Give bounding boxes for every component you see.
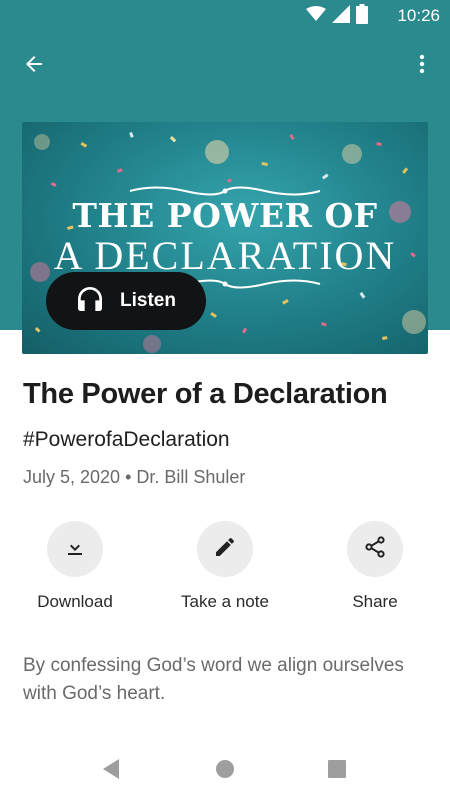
share-button[interactable] bbox=[347, 521, 403, 577]
signal-icon bbox=[332, 4, 350, 28]
share-label: Share bbox=[352, 592, 398, 611]
status-bar: 10:26 bbox=[0, 0, 450, 32]
nav-home-button[interactable] bbox=[210, 756, 240, 786]
take-note-action[interactable]: Take a note bbox=[150, 521, 300, 612]
listen-button[interactable]: Listen bbox=[46, 272, 206, 330]
artwork-title-line1: THE POWER OF bbox=[72, 196, 378, 235]
sermon-hashtag: #PowerofaDeclaration bbox=[23, 428, 230, 451]
battery-icon bbox=[356, 3, 368, 29]
sermon-description: By confessing God’s word we align oursel… bbox=[23, 655, 404, 704]
download-action[interactable]: Download bbox=[0, 521, 150, 612]
take-note-label: Take a note bbox=[181, 592, 269, 611]
share-action[interactable]: Share bbox=[300, 521, 450, 612]
headphones-icon bbox=[74, 283, 106, 320]
download-label: Download bbox=[37, 592, 113, 611]
nav-back-button[interactable] bbox=[96, 756, 126, 786]
listen-label: Listen bbox=[120, 290, 176, 311]
back-button[interactable] bbox=[14, 46, 54, 86]
sermon-title: The Power of a Declaration bbox=[23, 378, 388, 410]
sermon-date-speaker: July 5, 2020 • Dr. Bill Shuler bbox=[23, 467, 246, 487]
more-options-button[interactable] bbox=[402, 46, 442, 86]
arrow-left-icon bbox=[22, 52, 46, 81]
status-icons bbox=[306, 3, 368, 28]
status-time: 10:26 bbox=[397, 6, 440, 25]
back-triangle-icon bbox=[101, 758, 121, 785]
app-bar bbox=[0, 32, 450, 96]
system-nav-bar bbox=[0, 742, 450, 800]
recents-square-icon bbox=[327, 759, 347, 784]
nav-recents-button[interactable] bbox=[322, 756, 352, 786]
take-note-button[interactable] bbox=[197, 521, 253, 577]
share-icon bbox=[363, 535, 387, 564]
pencil-icon bbox=[213, 535, 237, 564]
home-circle-icon bbox=[215, 759, 235, 784]
wifi-icon bbox=[306, 5, 326, 27]
download-icon bbox=[63, 535, 87, 564]
more-vertical-icon bbox=[410, 52, 434, 81]
download-button[interactable] bbox=[47, 521, 103, 577]
